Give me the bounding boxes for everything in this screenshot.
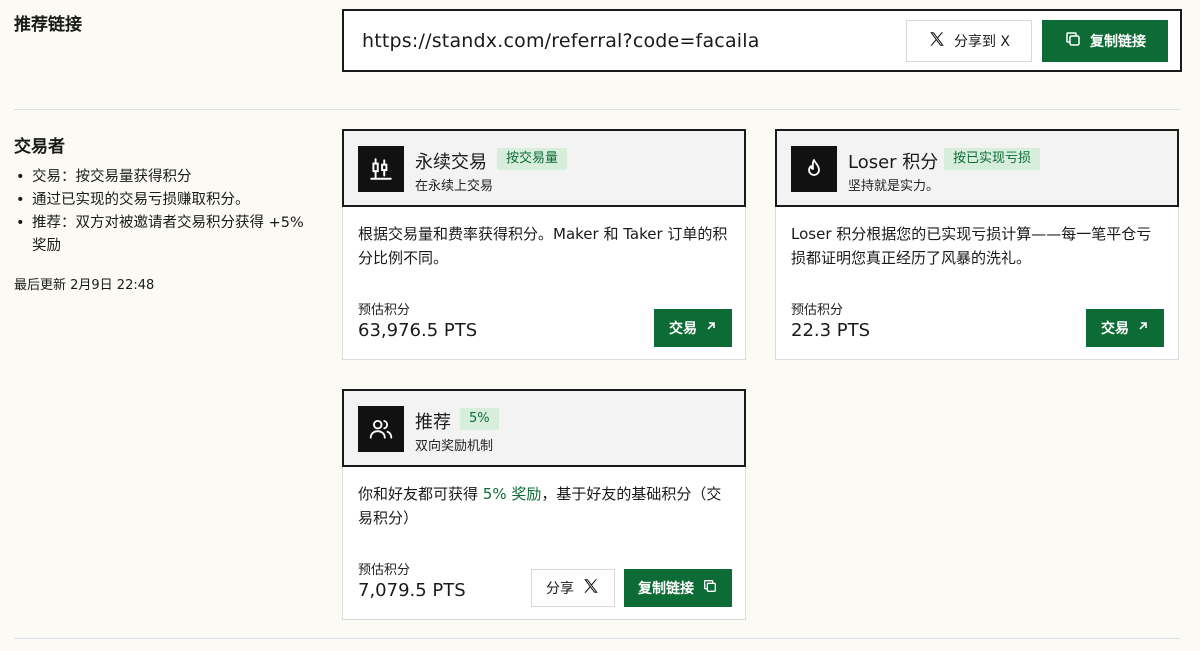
loser-trade-label: 交易 xyxy=(1101,321,1129,337)
traders-bullet-list: 交易：按交易量获得积分 通过已实现的交易亏损赚取积分。 推荐：双方对被邀请者交易… xyxy=(14,166,314,258)
perp-est-value: 63,976.5 PTS xyxy=(358,320,478,341)
perp-trade-button[interactable]: 交易 xyxy=(654,309,732,347)
loser-card-description: Loser 积分根据您的已实现亏损计算——每一笔平仓亏损都证明您真正经历了风暴的… xyxy=(791,225,1152,267)
loser-card-subtitle: 坚持就是实力。 xyxy=(848,179,940,194)
perp-trade-label: 交易 xyxy=(669,321,697,337)
users-icon xyxy=(358,406,404,452)
perp-card-title: 永续交易 xyxy=(415,152,487,173)
arrow-up-right-icon xyxy=(1137,320,1149,336)
candlestick-chart-icon xyxy=(358,146,404,192)
x-logo-icon xyxy=(928,30,946,52)
traders-title: 交易者 xyxy=(14,137,65,157)
bottom-divider xyxy=(14,638,1180,639)
perp-card-badge: 按交易量 xyxy=(497,148,568,170)
loser-est-label: 预估积分 xyxy=(791,303,844,318)
referral-card-badge: 5% xyxy=(460,408,499,430)
bullet-loss: 通过已实现的交易亏损赚取积分。 xyxy=(14,189,314,212)
share-to-x-label: 分享到 X xyxy=(953,33,1011,50)
copy-icon xyxy=(1064,30,1082,52)
bullet-trade: 交易：按交易量获得积分 xyxy=(14,166,314,189)
section-divider xyxy=(14,109,1180,110)
loser-trade-button[interactable]: 交易 xyxy=(1086,309,1164,347)
perp-card-subtitle: 在永续上交易 xyxy=(415,179,494,194)
copy-link-label: 复制链接 xyxy=(1090,33,1146,50)
copy-link-button[interactable]: 复制链接 xyxy=(1042,19,1168,62)
referral-desc-highlight: 5% 奖励 xyxy=(482,485,542,503)
referral-share-label: 分享 xyxy=(546,581,574,597)
copy-icon xyxy=(702,578,718,598)
referral-url[interactable]: https://standx.com/referral?code=facaila xyxy=(362,30,906,52)
referral-card-description: 你和好友都可获得 5% 奖励，基于好友的基础积分（交易积分） xyxy=(358,482,733,530)
loser-card-badge: 按已实现亏损 xyxy=(944,148,1041,170)
perp-card-description: 根据交易量和费率获得积分。Maker 和 Taker 订单的积分比例不同。 xyxy=(358,225,728,267)
referral-card: 推荐 5% 双向奖励机制 你和好友都可获得 5% 奖励，基于好友的基础积分（交易… xyxy=(342,389,746,620)
referral-est-label: 预估积分 xyxy=(358,563,411,578)
referral-est-value: 7,079.5 PTS xyxy=(358,580,466,601)
share-to-x-button[interactable]: 分享到 X xyxy=(906,19,1032,62)
perp-est-label: 预估积分 xyxy=(358,303,411,318)
referral-card-subtitle: 双向奖励机制 xyxy=(415,439,494,454)
referral-card-title: 推荐 xyxy=(415,412,451,433)
perp-card: 永续交易 按交易量 在永续上交易 根据交易量和费率获得积分。Maker 和 Ta… xyxy=(342,129,746,360)
referral-section-title: 推荐链接 xyxy=(14,15,82,35)
referral-share-button[interactable]: 分享 xyxy=(531,569,615,607)
perp-card-header: 永续交易 按交易量 在永续上交易 xyxy=(342,129,746,207)
bullet-referral: 推荐：双方对被邀请者交易积分获得 +5% 奖励 xyxy=(14,212,314,258)
arrow-up-right-icon xyxy=(705,320,717,336)
loser-card: Loser 积分 按已实现亏损 坚持就是实力。 Loser 积分根据您的已实现亏… xyxy=(775,129,1179,360)
last-updated: 最后更新 2月9日 22:48 xyxy=(14,278,155,293)
referral-copy-button[interactable]: 复制链接 xyxy=(624,569,732,607)
loser-card-header: Loser 积分 按已实现亏损 坚持就是实力。 xyxy=(775,129,1179,207)
x-logo-icon xyxy=(582,577,600,599)
loser-est-value: 22.3 PTS xyxy=(791,320,871,341)
referral-desc-before: 你和好友都可获得 xyxy=(358,485,483,503)
referral-card-header: 推荐 5% 双向奖励机制 xyxy=(342,389,746,467)
flame-icon xyxy=(791,146,837,192)
referral-copy-label: 复制链接 xyxy=(638,581,694,597)
referral-link-box: https://standx.com/referral?code=facaila… xyxy=(342,9,1182,72)
loser-card-title: Loser 积分 xyxy=(848,152,939,173)
